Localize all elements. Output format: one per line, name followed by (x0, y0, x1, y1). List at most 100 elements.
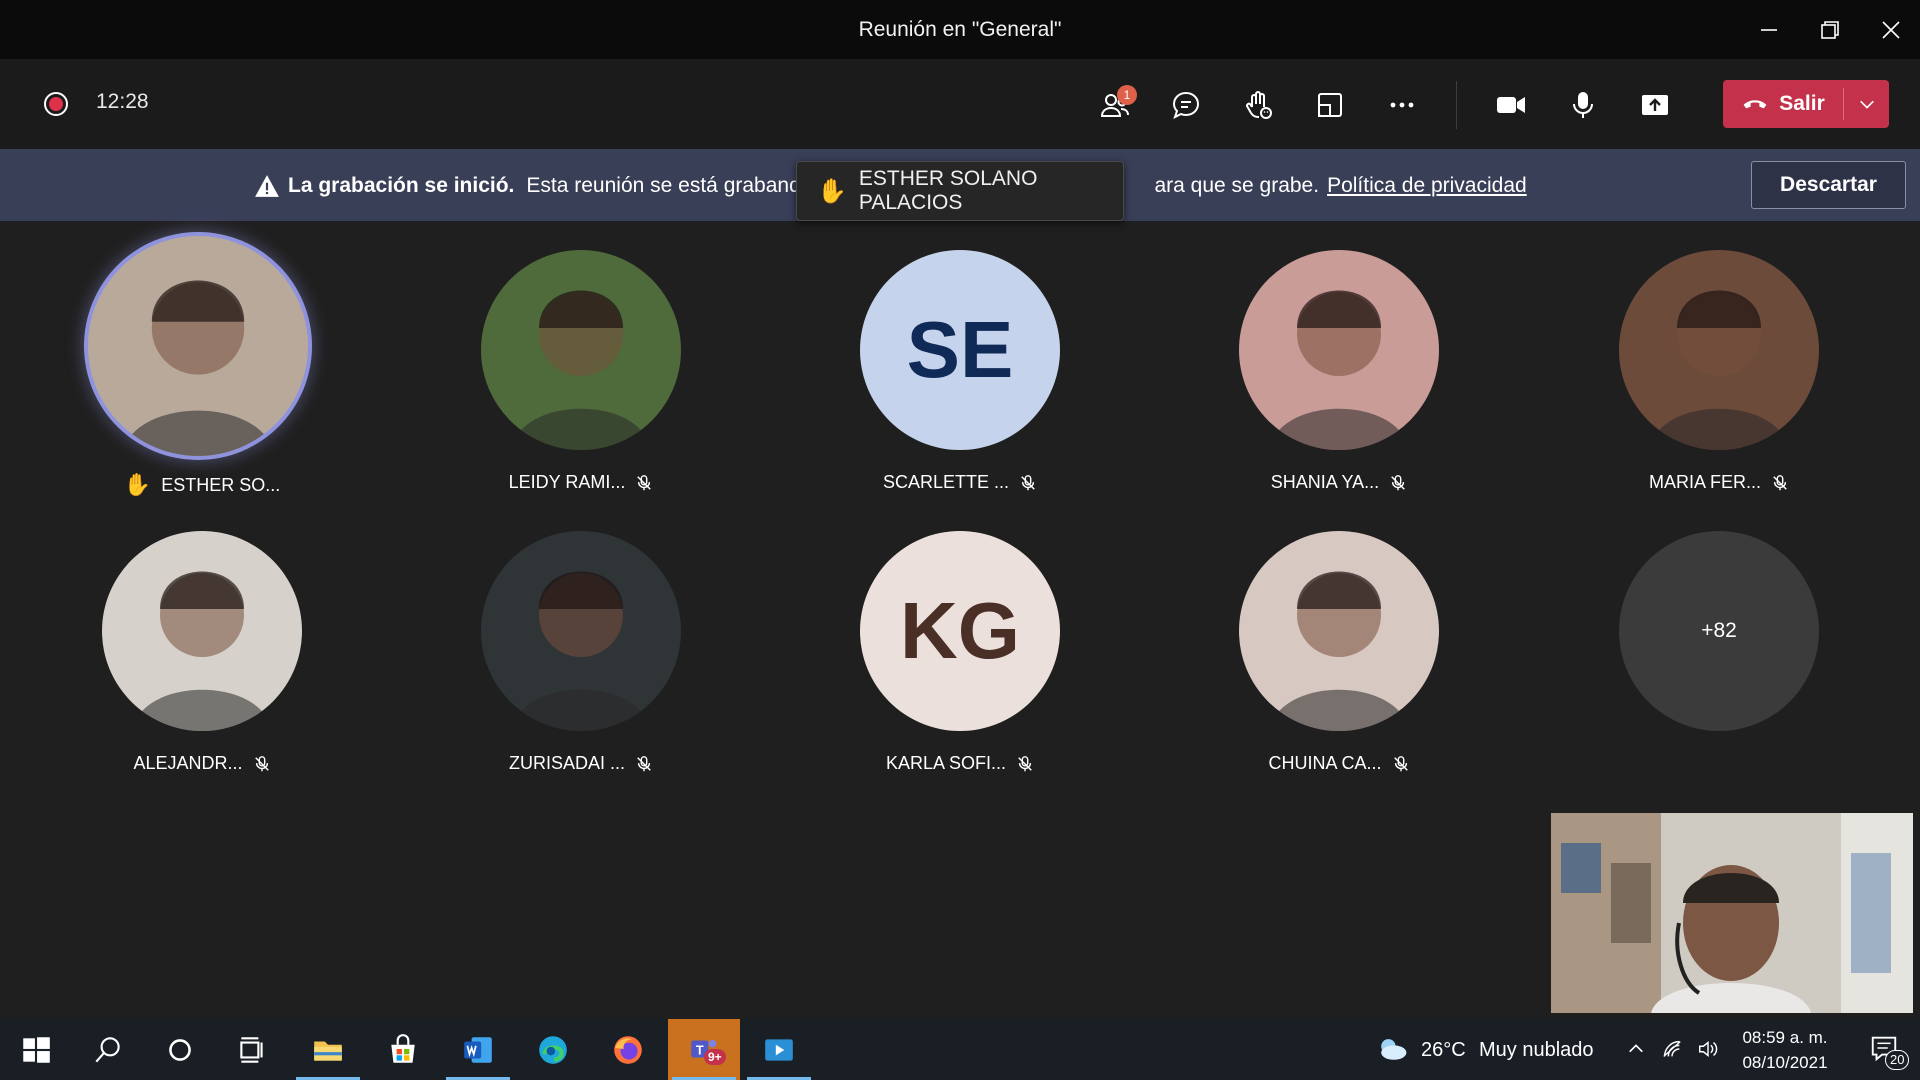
muted-indicator (1392, 755, 1410, 773)
participant-tile[interactable]: ALEJANDR... (52, 531, 352, 801)
teams-badge: 9+ (704, 1049, 726, 1065)
share-button[interactable] (1631, 81, 1679, 129)
file-explorer-button[interactable] (292, 1019, 364, 1080)
weather-temperature[interactable]: 26°C (1421, 1039, 1466, 1062)
raised-hand-icon: ✋ (123, 472, 152, 497)
muted-microphone-icon (1773, 474, 1787, 490)
participant-name: ALEJANDR... (133, 753, 243, 773)
cloudy-weather-icon (1381, 1039, 1407, 1060)
cortana-button[interactable] (144, 1019, 216, 1080)
media-player-button[interactable] (743, 1019, 815, 1080)
participant-name: SCARLETTE ... (882, 472, 1010, 492)
teams-button[interactable]: T 9+ (668, 1019, 740, 1080)
self-video-image (1551, 813, 1913, 1013)
reactions-button[interactable] (1234, 81, 1282, 129)
task-view-button[interactable] (216, 1019, 288, 1080)
system-clock[interactable]: 08:59 a. m. 08/10/2021 (1730, 1025, 1840, 1075)
participants-button[interactable]: 1 (1091, 81, 1139, 129)
participant-name: CHUINA CA... (1268, 753, 1382, 773)
muted-microphone-icon (1391, 474, 1405, 490)
cortana-icon (169, 1038, 191, 1061)
close-button[interactable] (1855, 0, 1920, 59)
participant-tile[interactable]: SE SCARLETTE ... (810, 250, 1110, 520)
start-button[interactable] (0, 1019, 72, 1080)
word-icon (464, 1036, 492, 1063)
camera-button[interactable] (1487, 81, 1535, 129)
more-actions-button[interactable] (1378, 81, 1426, 129)
participant-tile[interactable]: SHANIA YA... (1189, 250, 1489, 520)
participant-initials: SE (906, 305, 1014, 394)
store-button[interactable] (367, 1019, 439, 1080)
media-player-icon (765, 1038, 793, 1061)
leave-button[interactable]: Salir (1723, 80, 1843, 128)
folder-icon (314, 1041, 342, 1061)
rooms-button[interactable] (1306, 81, 1354, 129)
firefox-button[interactable] (592, 1019, 664, 1080)
leave-button-group: Salir (1723, 80, 1889, 128)
recording-icon (44, 92, 68, 116)
microphone-button[interactable] (1559, 81, 1607, 129)
participant-avatar: SE (860, 250, 1060, 450)
chevron-up-icon[interactable] (1627, 1040, 1645, 1058)
edge-button[interactable] (517, 1019, 589, 1080)
participant-tile[interactable]: ZURISADAI ... (431, 531, 731, 801)
muted-microphone-icon (1393, 755, 1408, 771)
wifi-icon[interactable] (1661, 1038, 1683, 1060)
window-title: Reunión en "General" (858, 18, 1062, 41)
search-button[interactable] (72, 1019, 144, 1080)
search-icon (95, 1036, 120, 1062)
raised-hand-name: ESTHER SOLANO PALACIOS (858, 167, 1038, 214)
more-icon (1390, 102, 1414, 108)
dismiss-button[interactable]: Descartar (1751, 161, 1906, 209)
chat-icon (1172, 91, 1200, 119)
participant-photo (511, 290, 651, 450)
privacy-policy-link[interactable]: Política de privacidad (1327, 174, 1527, 198)
leave-options-button[interactable] (1844, 80, 1889, 128)
notifications-button[interactable]: 20 (1857, 1019, 1913, 1080)
muted-microphone-icon (637, 474, 652, 490)
participant-avatar: KG (860, 531, 1060, 731)
share-screen-icon (1642, 95, 1668, 115)
windows-logo-icon (23, 1036, 50, 1063)
participant-name: ZURISADAI ... (508, 753, 625, 773)
microphone-icon (1573, 92, 1593, 118)
participant-photo (511, 571, 651, 731)
muted-microphone-icon (637, 755, 651, 771)
participant-photo (1649, 290, 1789, 450)
self-video-preview[interactable] (1551, 813, 1913, 1013)
raised-hand-tooltip: ✋ ESTHER SOLANO PALACIOS (796, 161, 1124, 221)
participant-photo (1269, 571, 1409, 731)
participant-initials: KG (900, 586, 1020, 675)
participant-name: KARLA SOFI... (885, 753, 1007, 773)
participant-tile[interactable]: ✋ ESTHER SO... (52, 236, 352, 520)
participant-photo (132, 571, 272, 731)
muted-indicator (1771, 474, 1789, 492)
participant-avatar (102, 531, 302, 731)
firefox-icon (614, 1035, 642, 1064)
participant-photo (1269, 290, 1409, 450)
clock-date: 08/10/2021 (1742, 1053, 1828, 1072)
breakout-rooms-icon (1318, 93, 1342, 117)
participant-tile[interactable]: LEIDY RAMI... (431, 250, 731, 520)
windows-taskbar: T 9+ 26°C Muy nublado 08:59 a. m. 08/10/… (0, 1019, 1920, 1080)
word-button[interactable] (442, 1019, 514, 1080)
chat-button[interactable] (1162, 81, 1210, 129)
participant-avatar (1619, 250, 1819, 450)
participant-tile[interactable]: CHUINA CA... (1189, 531, 1489, 801)
overflow-tile[interactable]: +82 (1569, 531, 1869, 801)
participants-badge: 1 (1117, 85, 1137, 105)
overflow-count: +82 (1701, 619, 1737, 642)
store-icon (391, 1033, 415, 1063)
volume-icon[interactable] (1697, 1038, 1719, 1060)
participant-tile[interactable]: KG KARLA SOFI... (810, 531, 1110, 801)
close-icon (1882, 20, 1900, 39)
participant-name-row: MARIA FER... (1569, 472, 1869, 493)
meeting-timer: 12:28 (96, 90, 149, 113)
participant-tile[interactable]: MARIA FER... (1569, 250, 1869, 520)
weather-description[interactable]: Muy nublado (1479, 1039, 1594, 1062)
muted-indicator (1016, 755, 1034, 773)
participant-name-row: ALEJANDR... (52, 753, 352, 774)
participant-name-row: LEIDY RAMI... (431, 472, 731, 493)
participant-name: LEIDY RAMI... (508, 472, 626, 492)
muted-indicator (1389, 474, 1407, 492)
